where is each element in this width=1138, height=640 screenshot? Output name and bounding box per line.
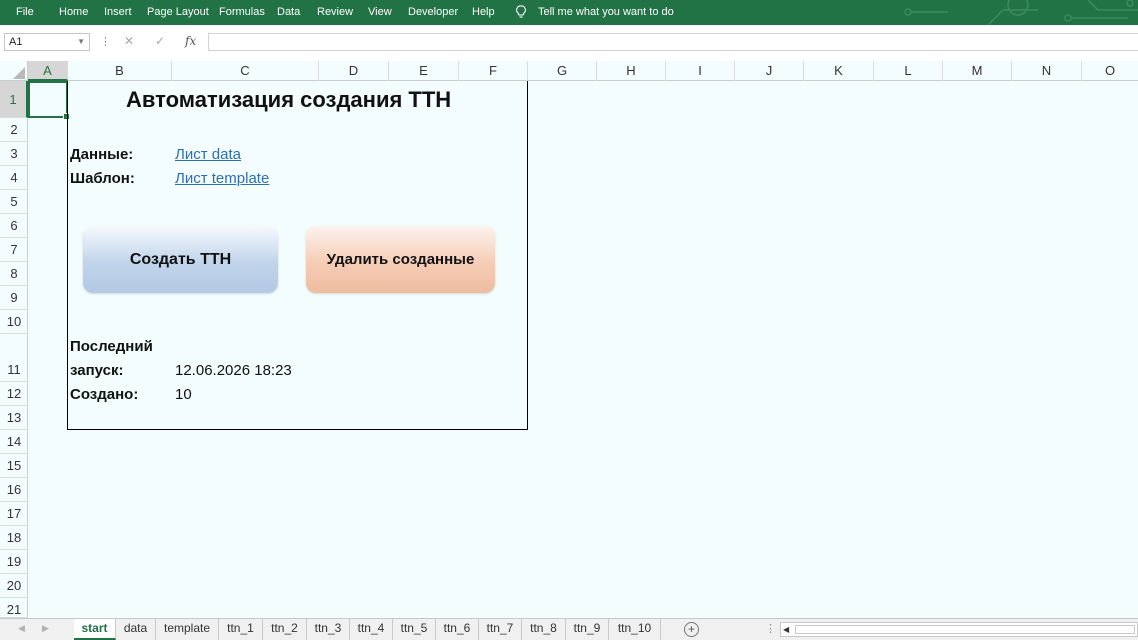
next-sheet-icon[interactable]: ▶ bbox=[42, 623, 49, 634]
data-label: Данные: bbox=[70, 146, 134, 163]
sheet-tab-ttn-3[interactable]: ttn_3 bbox=[307, 619, 350, 640]
sheet-tab-ttn-8[interactable]: ttn_8 bbox=[522, 619, 566, 640]
sheet-tab-data[interactable]: data bbox=[116, 619, 156, 640]
row-header[interactable]: 14 bbox=[0, 430, 28, 454]
created-count: 10 bbox=[175, 386, 192, 403]
template-sheet-link[interactable]: Лист template bbox=[175, 170, 269, 187]
sheet-tab-ttn-6[interactable]: ttn_6 bbox=[436, 619, 479, 640]
column-header[interactable]: M bbox=[943, 61, 1012, 81]
tab-formulas[interactable]: Formulas bbox=[219, 6, 265, 18]
enter-icon[interactable]: ✓ bbox=[155, 34, 165, 48]
last-run-label-line2: запуск: bbox=[70, 362, 124, 379]
horizontal-scrollbar[interactable]: ◀ bbox=[780, 622, 1138, 637]
column-header[interactable]: A bbox=[28, 61, 68, 81]
column-header[interactable]: K bbox=[804, 61, 874, 81]
create-ttn-button[interactable]: Создать ТТН bbox=[83, 226, 278, 293]
column-header[interactable]: G bbox=[528, 61, 597, 81]
row-header[interactable]: 16 bbox=[0, 478, 28, 502]
delete-created-button[interactable]: Удалить созданные bbox=[306, 226, 495, 293]
worksheet-grid[interactable]: Автоматизация создания ТТН Данные: Лист … bbox=[28, 81, 1138, 618]
last-run-value: 12.06.2026 18:23 bbox=[175, 362, 292, 379]
row-header[interactable]: 20 bbox=[0, 574, 28, 598]
chevron-down-icon[interactable]: ▼ bbox=[77, 37, 85, 46]
tab-view[interactable]: View bbox=[368, 6, 392, 18]
sheet-tab-ttn-7[interactable]: ttn_7 bbox=[479, 619, 522, 640]
sheet-tab-template[interactable]: template bbox=[156, 619, 219, 640]
column-header[interactable]: H bbox=[597, 61, 666, 81]
sheet-tab-ttn-5[interactable]: ttn_5 bbox=[393, 619, 436, 640]
row-header[interactable]: 6 bbox=[0, 214, 28, 238]
tab-insert[interactable]: Insert bbox=[104, 6, 132, 18]
sheet-tab-ttn-1[interactable]: ttn_1 bbox=[219, 619, 263, 640]
row-header[interactable]: 1 bbox=[0, 81, 28, 118]
row-header[interactable]: 9 bbox=[0, 286, 28, 310]
column-header[interactable]: D bbox=[319, 61, 389, 81]
select-all-button[interactable] bbox=[0, 61, 28, 81]
add-sheet-icon[interactable]: + bbox=[684, 622, 699, 637]
name-box-value: A1 bbox=[9, 36, 23, 48]
formula-input[interactable] bbox=[208, 33, 1138, 51]
lightbulb-icon bbox=[516, 5, 526, 18]
page-title: Автоматизация создания ТТН bbox=[126, 87, 452, 112]
column-header[interactable]: I bbox=[666, 61, 735, 81]
column-header[interactable]: L bbox=[874, 61, 943, 81]
row-header[interactable]: 17 bbox=[0, 502, 28, 526]
sheet-tab-start[interactable]: start bbox=[74, 619, 116, 640]
sheet-tab-ttn-10[interactable]: ttn_10 bbox=[609, 619, 661, 640]
sheet-tab-ttn-9[interactable]: ttn_9 bbox=[566, 619, 609, 640]
row-header[interactable]: 4 bbox=[0, 166, 28, 190]
row-header[interactable]: 7 bbox=[0, 238, 28, 262]
prev-sheet-icon[interactable]: ◀ bbox=[18, 623, 25, 634]
sheet-tab-ttn-2[interactable]: ttn_2 bbox=[263, 619, 307, 640]
row-header[interactable]: 8 bbox=[0, 262, 28, 286]
more-options-icon[interactable]: ⋮ bbox=[100, 35, 111, 48]
scroll-left-icon[interactable]: ◀ bbox=[783, 625, 789, 634]
insert-function-icon[interactable]: fx bbox=[185, 34, 196, 48]
selected-cell[interactable] bbox=[28, 81, 70, 120]
column-headers: A B C D E F G H I J K L M N O bbox=[0, 61, 1138, 81]
row-header[interactable]: 15 bbox=[0, 454, 28, 478]
row-header[interactable]: 19 bbox=[0, 550, 28, 574]
name-box[interactable]: A1 ▼ bbox=[4, 33, 90, 51]
row-header[interactable]: 13 bbox=[0, 406, 28, 430]
column-header[interactable]: E bbox=[389, 61, 459, 81]
row-header[interactable]: 18 bbox=[0, 526, 28, 550]
sheet-tab-ttn-4[interactable]: ttn_4 bbox=[350, 619, 393, 640]
row-header[interactable]: 21 bbox=[0, 598, 28, 618]
row-headers: 1 2 3 4 5 6 7 8 9 10 11 12 13 14 15 16 1… bbox=[0, 81, 28, 618]
data-sheet-link[interactable]: Лист data bbox=[175, 146, 241, 163]
tab-split-handle[interactable]: ⋮ bbox=[765, 622, 776, 635]
row-header[interactable]: 11 bbox=[0, 334, 28, 382]
tab-file[interactable]: File bbox=[16, 6, 34, 18]
cancel-icon[interactable]: ✕ bbox=[124, 34, 134, 48]
sheet-tabs-bar: ◀ ▶ start data template ttn_1 ttn_2 ttn_… bbox=[0, 618, 1138, 640]
tell-me-search[interactable]: Tell me what you want to do bbox=[538, 6, 674, 18]
row-header[interactable]: 5 bbox=[0, 190, 28, 214]
row-header[interactable]: 10 bbox=[0, 310, 28, 334]
tab-help[interactable]: Help bbox=[472, 6, 495, 18]
template-label: Шаблон: bbox=[70, 170, 135, 187]
last-run-label: Последний bbox=[70, 338, 153, 355]
tab-developer[interactable]: Developer bbox=[408, 6, 458, 18]
column-header[interactable]: N bbox=[1012, 61, 1082, 81]
circuit-decoration bbox=[904, 0, 1138, 25]
tab-review[interactable]: Review bbox=[317, 6, 353, 18]
tab-home[interactable]: Home bbox=[59, 6, 88, 18]
ribbon-menu-bar: File Home Insert Page Layout Formulas Da… bbox=[0, 0, 1138, 25]
created-label: Создано: bbox=[70, 386, 139, 403]
tab-data[interactable]: Data bbox=[277, 6, 300, 18]
row-header[interactable]: 2 bbox=[0, 118, 28, 142]
column-header[interactable]: J bbox=[735, 61, 804, 81]
row-header[interactable]: 3 bbox=[0, 142, 28, 166]
formula-bar: A1 ▼ ⋮ ✕ ✓ fx bbox=[0, 25, 1138, 61]
column-header[interactable]: F bbox=[459, 61, 528, 81]
row-header[interactable]: 12 bbox=[0, 382, 28, 406]
scrollbar-thumb[interactable] bbox=[795, 625, 1135, 634]
column-header[interactable]: C bbox=[172, 61, 319, 81]
column-header[interactable]: B bbox=[68, 61, 172, 81]
tab-page-layout[interactable]: Page Layout bbox=[147, 6, 209, 18]
column-header[interactable]: O bbox=[1082, 61, 1138, 81]
